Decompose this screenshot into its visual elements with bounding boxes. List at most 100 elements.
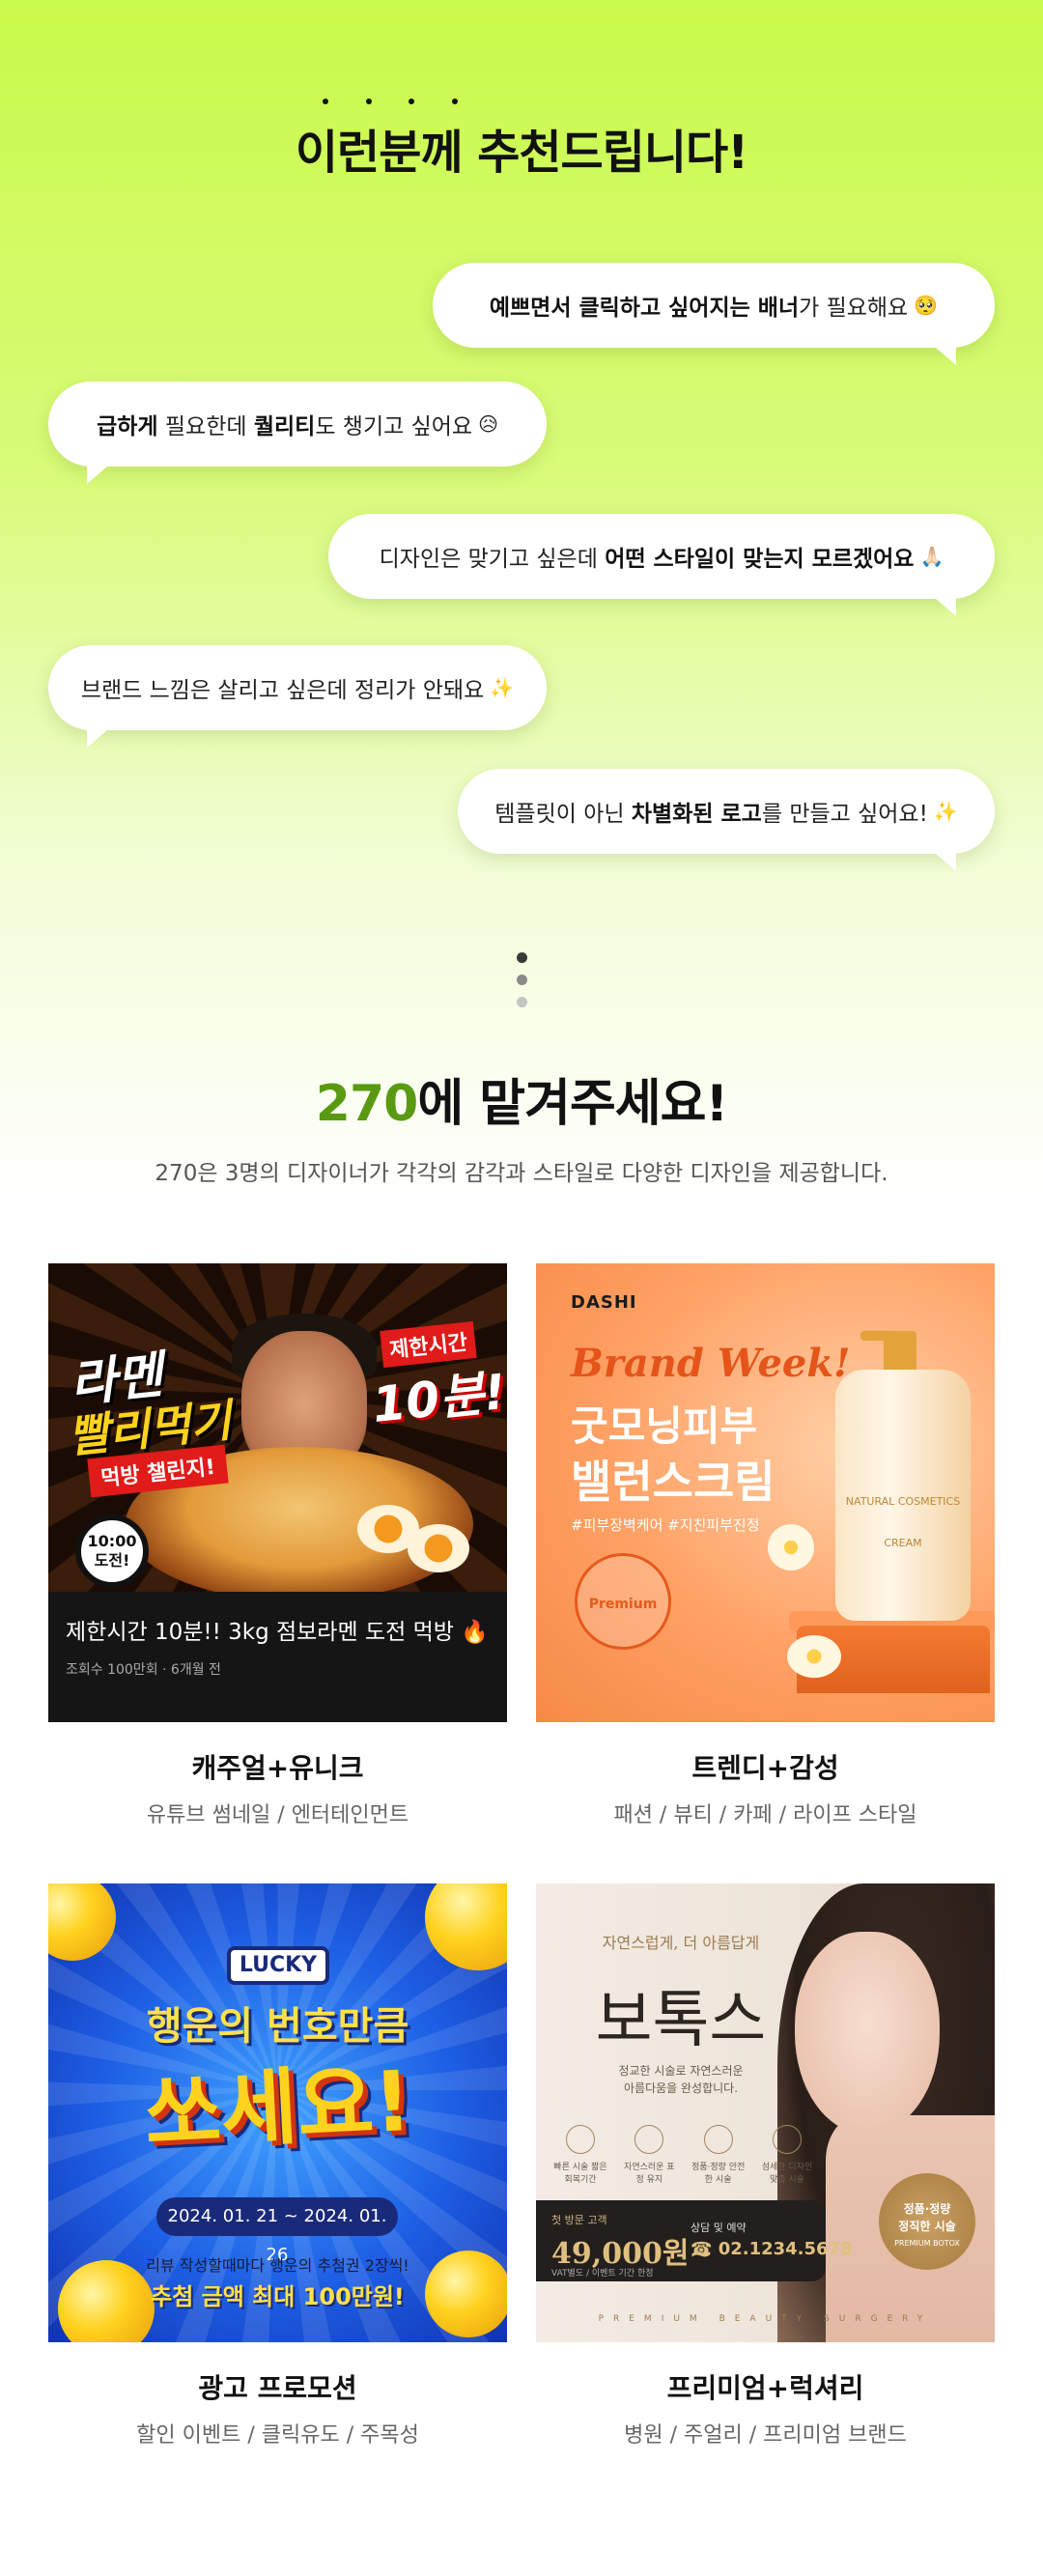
feature-item: 빠른 시술 짧은 회복기간 <box>553 2125 607 2185</box>
pleading-face-icon: 🥺 <box>914 294 939 317</box>
clinic-banner-image[interactable]: 자연스럽게, 더 아름답게 보톡스 정교한 시술로 자연스러운 아름다움을 완성… <box>536 1883 995 2342</box>
emphasis-dot <box>409 99 415 104</box>
sparkles-icon: ✨ <box>490 676 515 699</box>
event-note: 리뷰 작성할때마다 행운의 추첨권 2장씩! <box>146 2256 409 2275</box>
portfolio-card-premium[interactable]: 자연스럽게, 더 아름답게 보톡스 정교한 시술로 자연스러운 아름다움을 완성… <box>536 1883 995 2449</box>
section2-subtitle: 270은 3명의 디자이너가 각각의 감각과 스타일로 다양한 디자인을 제공합… <box>155 1161 888 1186</box>
banner-tags: #피부장벽케어 #지친피부진정 <box>571 1516 760 1534</box>
clock-label: 도전! <box>94 1551 130 1570</box>
lucky-event-banner-image[interactable]: LUCKY 행운의 번호만큼 쏘세요! 2024. 01. 21 ~ 2024.… <box>48 1883 507 2342</box>
feature-item: 자연스러운 표정 유지 <box>622 2125 676 2185</box>
section2-title-text: 에 맡겨주세요! <box>417 1075 728 1133</box>
video-meta: 조회수 100만회 · 6개월 전 <box>66 1662 221 1678</box>
feature-icons: 빠른 시술 짧은 회복기간 자연스러운 표정 유지 정품·정량 안전한 시술 섬… <box>553 2125 814 2185</box>
badge-line-3: PREMIUM BOTOX <box>894 2239 960 2248</box>
bubble-text: 브랜드 느낌은 살리고 싶은데 정리가 안돼요 <box>80 678 485 703</box>
folded-hands-icon: 🙏🏻 <box>919 545 944 568</box>
quality-badge: 정품·정량 정직한 시술 PREMIUM BOTOX <box>879 2173 975 2270</box>
speech-bubble-1: 예쁘면서 클릭하고 싶어지는 배너 가 필요해요 🥺 <box>433 263 995 365</box>
bottle-label: NATURAL COSMETICS CREAM <box>845 1495 961 1549</box>
feature-item: 섬세한 디자인 맞춤 시술 <box>760 2125 814 2185</box>
bubble-bold-text: 퀄리티 <box>253 414 316 439</box>
smile-icon <box>634 2125 664 2154</box>
banner-desc-2: 아름다움을 완성합니다. <box>623 2081 739 2095</box>
shield-icon <box>703 2125 733 2154</box>
youtube-thumbnail-image[interactable]: 라멘 빨리먹기 먹방 챌린지! 제한시간 10분! 10:00 도전! 제한시간… <box>48 1263 507 1722</box>
video-title: 제한시간 10분!! 3kg 점보라멘 도전 먹방 🔥 <box>66 1620 489 1645</box>
speech-bubble-3: 디자인은 맞기고 싶은데 어떤 스타일이 맞는지 모르겠어요 🙏🏻 <box>328 514 995 616</box>
clock-time: 10:00 <box>87 1532 137 1550</box>
bubble-text: 를 만들고 싶어요! <box>761 802 928 827</box>
banner-headline: Brand Week! <box>571 1341 851 1386</box>
portfolio-card-casual[interactable]: 라멘 빨리먹기 먹방 챌린지! 제한시간 10분! 10:00 도전! 제한시간… <box>48 1263 507 1828</box>
sad-face-icon: 😥 <box>478 412 498 436</box>
emphasis-dot <box>451 99 458 104</box>
reservation-label: 상담 및 예약 <box>691 2222 747 2234</box>
portrait-face <box>795 1932 940 2135</box>
feature-label: 정품·정량 안전한 시술 <box>691 2163 746 2185</box>
pager-dot <box>517 997 527 1007</box>
time-limit-value: 10분! <box>369 1363 507 1434</box>
card-description: 패션 / 뷰티 / 카페 / 라이프 스타일 <box>613 1803 917 1827</box>
event-prize: 추첨 금액 최대 100만원! <box>151 2283 405 2310</box>
banner-line-1: 굿모닝피부 <box>571 1402 758 1450</box>
lucky-badge: LUCKY <box>227 1946 329 1985</box>
card-description: 병원 / 주얼리 / 프리미엄 브랜드 <box>624 2423 907 2448</box>
price-note: VAT별도 / 이벤트 기간 한정 <box>551 2269 654 2279</box>
bubble-tail <box>87 724 114 748</box>
banner-line-2: 밸런스크림 <box>571 1456 775 1508</box>
bubble-text: 디자인은 맞기고 싶은데 <box>379 547 606 572</box>
banner-subtitle: 자연스럽게, 더 아름답게 <box>602 1934 760 1952</box>
banner-desc-1: 정교한 시술로 자연스러운 <box>618 2064 744 2078</box>
bubble-tail <box>929 593 956 616</box>
card-description: 할인 이벤트 / 클릭유도 / 주목성 <box>136 2423 419 2448</box>
bubble-bold-text: 어떤 스타일이 맞는지 모르겠어요 <box>605 547 915 572</box>
bubble-text: 도 챙기고 싶어요 <box>315 414 473 439</box>
brand-number: 270 <box>315 1075 419 1133</box>
flower-icon <box>787 1635 841 1678</box>
pager-dot <box>517 975 527 985</box>
price-label: 첫 방문 고객 <box>551 2214 607 2226</box>
brand-logo: DASHI <box>571 1292 637 1313</box>
bubble-text: 템플릿이 아닌 <box>494 802 632 827</box>
flower-icon <box>768 1524 814 1571</box>
badge-line-2: 정직한 시술 <box>898 2220 956 2233</box>
bubble-bold-text: 급하게 <box>97 414 158 439</box>
feature-label: 빠른 시술 짧은 회복기간 <box>553 2163 607 2185</box>
video-caption: 제한시간 10분!! 3kg 점보라멘 도전 먹방 🔥 조회수 100만회 · … <box>48 1592 507 1722</box>
banner-headline: 보톡스 <box>595 1985 767 2056</box>
sparkles-icon: ✨ <box>933 800 958 823</box>
emphasis-dot <box>323 99 328 104</box>
bubble-bold-text: 차별화된 로고 <box>631 802 762 827</box>
cosmetics-banner-image[interactable]: DASHI Brand Week! 굿모닝피부 밸런스크림 #피부장벽케어 #지… <box>536 1263 995 1722</box>
bubble-bold-text: 예쁘면서 클릭하고 싶어지는 배너 <box>489 296 800 321</box>
portfolio-card-promotion[interactable]: LUCKY 행운의 번호만큼 쏘세요! 2024. 01. 21 ~ 2024.… <box>48 1883 507 2449</box>
design-icon <box>772 2125 802 2154</box>
bottle-product: CREAM <box>884 1537 922 1549</box>
event-date: 2024. 01. 21 ~ 2024. 01. 26 <box>156 2197 398 2265</box>
emphasis-dot <box>365 99 372 104</box>
bubble-tail <box>929 848 956 871</box>
feature-label: 섬세한 디자인 맞춤 시술 <box>761 2163 813 2185</box>
clock-icon <box>566 2125 595 2154</box>
pager-dot-active <box>517 952 527 963</box>
premium-seal: Premium <box>575 1553 671 1650</box>
card-description: 유튜브 썸네일 / 엔터테인먼트 <box>146 1803 409 1827</box>
card-title: 트렌디+감성 <box>691 1752 839 1784</box>
bubble-text: 가 필요해요 <box>799 296 909 321</box>
banner-footer: PREMIUM BEAUTY SURGERY <box>598 2314 933 2324</box>
portfolio-card-trendy[interactable]: DASHI Brand Week! 굿모닝피부 밸런스크림 #피부장벽케어 #지… <box>536 1263 995 1828</box>
bottle-brand: NATURAL COSMETICS <box>845 1495 961 1508</box>
banner-line-2: 쏘세요! <box>142 2052 414 2165</box>
speech-bubble-5: 템플릿이 아닌 차별화된 로고 를 만들고 싶어요! ✨ <box>458 769 995 871</box>
feature-label: 자연스러운 표정 유지 <box>624 2163 675 2185</box>
egg <box>408 1524 469 1572</box>
bubble-tail <box>87 461 114 484</box>
card-title: 프리미엄+럭셔리 <box>666 2372 864 2404</box>
section2-title: 270에 맡겨주세요! <box>0 1062 1043 1135</box>
bubble-tail <box>929 342 956 365</box>
card-title: 캐주얼+유니크 <box>191 1752 364 1784</box>
feature-item: 정품·정량 안전한 시술 <box>691 2125 746 2185</box>
phone-number: ☎ 02.1234.5678 <box>691 2239 853 2259</box>
speech-bubble-2: 급하게 필요한데 퀄리티 도 챙기고 싶어요 😥 <box>48 382 547 484</box>
